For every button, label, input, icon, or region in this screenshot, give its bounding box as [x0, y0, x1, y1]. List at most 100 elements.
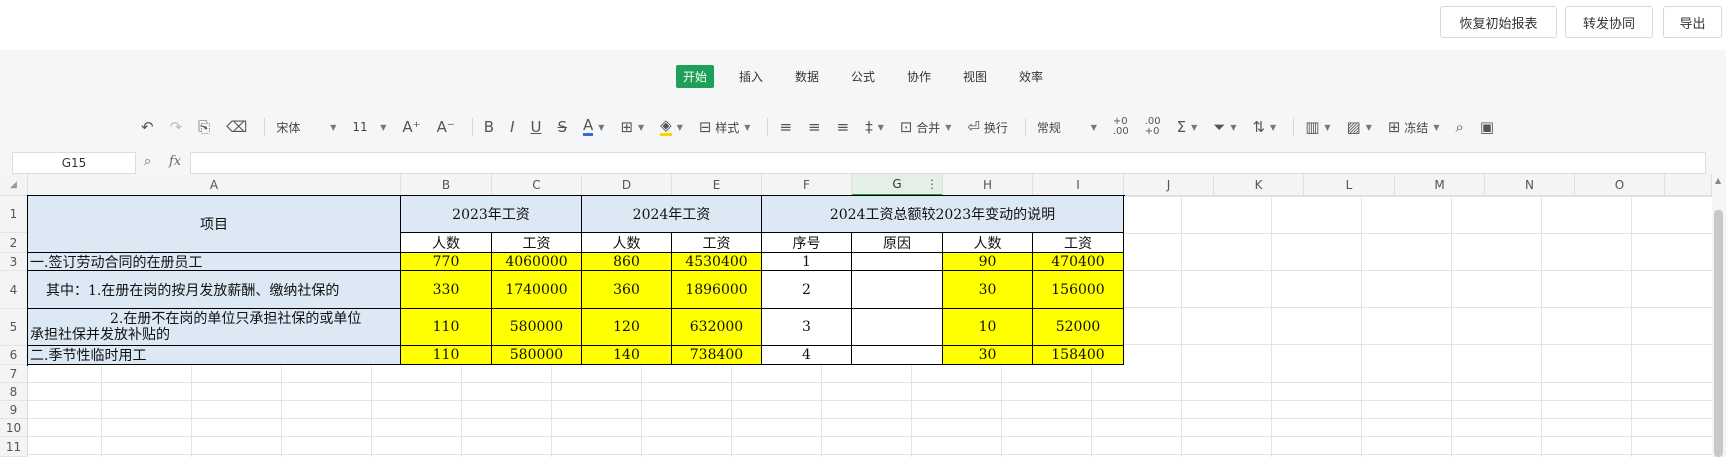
sort-button[interactable]: ⇅ ▼: [1247, 115, 1281, 139]
header-item-cell[interactable]: 项目: [28, 196, 401, 253]
data-cell[interactable]: [852, 346, 943, 365]
decrease-font-button[interactable]: A⁻: [432, 115, 460, 139]
vertical-scrollbar-thumb[interactable]: [1714, 210, 1723, 457]
data-cell[interactable]: 10: [943, 309, 1033, 346]
undo-button[interactable]: ↶: [136, 115, 159, 139]
row-label-cell[interactable]: 2.在册不在岗的单位只承担社保的或单位 承担社保并发放补贴的: [28, 309, 401, 346]
data-cell[interactable]: 1896000: [672, 271, 762, 309]
increase-decimal-button[interactable]: +0.00: [1108, 115, 1134, 139]
merge-button[interactable]: ⊡ 合并 ▼: [895, 115, 957, 139]
data-cell[interactable]: 110: [401, 346, 492, 365]
subheader-cell[interactable]: 工资: [1033, 233, 1124, 253]
subheader-cell[interactable]: 原因: [852, 233, 943, 253]
data-cell[interactable]: 90: [943, 253, 1033, 271]
data-cell[interactable]: 30: [943, 346, 1033, 365]
underline-button[interactable]: U: [526, 115, 547, 139]
column-header-e[interactable]: E: [672, 174, 762, 196]
redo-button[interactable]: ↷: [165, 115, 188, 139]
data-cell[interactable]: 4530400: [672, 253, 762, 271]
data-cell[interactable]: [852, 271, 943, 309]
zoom-icon[interactable]: ⌕: [144, 154, 151, 169]
column-header-g[interactable]: G ⋮: [852, 174, 943, 196]
data-cell[interactable]: 1: [762, 253, 852, 271]
image-button[interactable]: ▨ ▼: [1342, 115, 1377, 139]
vertical-align-button[interactable]: ‡ ▼: [860, 115, 889, 139]
column-header-i[interactable]: I: [1033, 174, 1124, 196]
data-cell[interactable]: 30: [943, 271, 1033, 309]
data-cell[interactable]: 158400: [1033, 346, 1124, 365]
align-center-button[interactable]: ≡: [803, 115, 826, 139]
row-label-cell[interactable]: 二.季节性临时用工: [28, 346, 401, 365]
tab-view[interactable]: 视图: [956, 65, 994, 88]
header-2023-cell[interactable]: 2023年工资: [401, 196, 582, 233]
subheader-cell[interactable]: 人数: [582, 233, 672, 253]
column-header-a[interactable]: A: [28, 174, 401, 196]
data-cell[interactable]: 738400: [672, 346, 762, 365]
column-header-c[interactable]: C: [492, 174, 582, 196]
number-format-select[interactable]: 常规 ▼: [1032, 115, 1102, 139]
data-cell[interactable]: 770: [401, 253, 492, 271]
format-painter-button[interactable]: ⎘: [193, 115, 215, 139]
export-button[interactable]: 导出: [1663, 6, 1722, 38]
chart-button[interactable]: ▥ ▼: [1300, 115, 1335, 139]
fill-color-button[interactable]: ◈ ▼: [655, 115, 688, 139]
font-color-button[interactable]: A ▼: [578, 115, 609, 139]
tab-start[interactable]: 开始: [675, 64, 714, 88]
column-header-n[interactable]: N: [1485, 174, 1575, 196]
header-2024-cell[interactable]: 2024年工资: [582, 196, 762, 233]
column-header-h[interactable]: H: [943, 174, 1033, 196]
style-button[interactable]: ⊟ 样式 ▼: [694, 115, 756, 139]
column-header-m[interactable]: M: [1395, 174, 1485, 196]
sum-button[interactable]: Σ ▼: [1172, 115, 1203, 139]
increase-font-button[interactable]: A⁺: [397, 115, 425, 139]
clear-format-button[interactable]: ⌫: [221, 115, 252, 139]
row-header-2[interactable]: 2: [0, 233, 28, 253]
data-cell[interactable]: 120: [582, 309, 672, 346]
column-header-k[interactable]: K: [1214, 174, 1304, 196]
row-header-10[interactable]: 10: [0, 419, 28, 437]
formula-input[interactable]: [190, 152, 1706, 174]
subheader-cell[interactable]: 序号: [762, 233, 852, 253]
data-cell[interactable]: 140: [582, 346, 672, 365]
data-cell[interactable]: 4060000: [492, 253, 582, 271]
row-header-5[interactable]: 5: [0, 309, 28, 346]
column-menu-icon[interactable]: ⋮: [926, 177, 938, 191]
row-header-4[interactable]: 4: [0, 271, 28, 309]
row-header-11[interactable]: 11: [0, 437, 28, 457]
subheader-cell[interactable]: 人数: [401, 233, 492, 253]
font-size-select[interactable]: 11 ▼: [347, 115, 391, 139]
data-cell[interactable]: [852, 309, 943, 346]
column-header-l[interactable]: L: [1304, 174, 1395, 196]
data-cell[interactable]: 360: [582, 271, 672, 309]
row-label-cell[interactable]: 一.签订劳动合同的在册员工: [28, 253, 401, 271]
tab-efficiency[interactable]: 效率: [1012, 65, 1050, 88]
strikethrough-button[interactable]: S: [552, 115, 572, 139]
data-cell[interactable]: 4: [762, 346, 852, 365]
data-cell[interactable]: 52000: [1033, 309, 1124, 346]
column-header-b[interactable]: B: [401, 174, 492, 196]
data-cell[interactable]: 2: [762, 271, 852, 309]
data-cell[interactable]: 330: [401, 271, 492, 309]
wrap-text-button[interactable]: ⏎ 换行: [962, 115, 1012, 139]
search-button[interactable]: ⌕: [1450, 115, 1468, 139]
header-change-cell[interactable]: 2024工资总额较2023年变动的说明: [762, 196, 1124, 233]
tab-formula[interactable]: 公式: [844, 65, 882, 88]
data-cell[interactable]: [852, 253, 943, 271]
tab-data[interactable]: 数据: [788, 65, 826, 88]
data-cell[interactable]: 470400: [1033, 253, 1124, 271]
subheader-cell[interactable]: 人数: [943, 233, 1033, 253]
row-label-cell[interactable]: 其中：1.在册在岗的按月发放薪酬、缴纳社保的: [28, 271, 401, 309]
column-header-o[interactable]: O: [1575, 174, 1665, 196]
subheader-cell[interactable]: 工资: [672, 233, 762, 253]
forward-collab-button[interactable]: 转发协同: [1565, 6, 1653, 38]
tab-insert[interactable]: 插入: [732, 65, 770, 88]
name-box[interactable]: G15: [12, 152, 136, 174]
decrease-decimal-button[interactable]: .00 +0: [1140, 115, 1166, 139]
column-header-d[interactable]: D: [582, 174, 672, 196]
subheader-cell[interactable]: 工资: [492, 233, 582, 253]
row-header-8[interactable]: 8: [0, 383, 28, 401]
filter-button[interactable]: ⏷ ▼: [1208, 115, 1241, 139]
save-button[interactable]: ▣: [1475, 115, 1499, 139]
data-cell[interactable]: 860: [582, 253, 672, 271]
data-cell[interactable]: 1740000: [492, 271, 582, 309]
